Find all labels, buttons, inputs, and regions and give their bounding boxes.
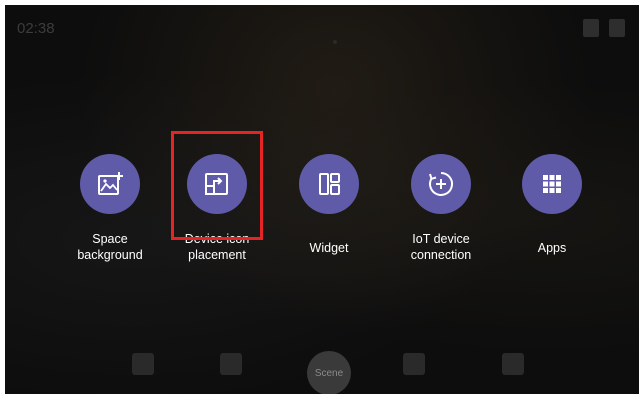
image-add-icon	[98, 172, 123, 195]
dock-phone-icon[interactable]	[132, 353, 154, 375]
apps-label: Apps	[537, 241, 567, 255]
widget-circle[interactable]	[299, 154, 359, 214]
widget-grid-icon	[319, 173, 340, 195]
highlight-box	[171, 131, 263, 240]
apps-button[interactable]: Apps	[497, 154, 607, 256]
iot-device-connection-button[interactable]: IoT device connection	[386, 154, 496, 263]
dock-scene-label: Scene	[314, 367, 344, 379]
wifi-off-icon	[609, 19, 625, 37]
device-screen: 02:38 Space background Device icon place…	[5, 5, 639, 394]
dock-apps-icon[interactable]	[502, 353, 524, 375]
dock-scene-button[interactable]: Scene	[307, 351, 351, 394]
camera-status-icon	[583, 19, 599, 37]
bottom-dock: Scene	[5, 345, 639, 394]
widget-button[interactable]: Widget	[274, 154, 384, 256]
apps-circle[interactable]	[522, 154, 582, 214]
space-background-circle[interactable]	[80, 154, 140, 214]
widget-label: Widget	[309, 241, 349, 255]
status-icons	[583, 19, 625, 37]
apps-grid-icon	[543, 175, 561, 193]
space-background-label: Space background	[77, 232, 143, 262]
space-background-button[interactable]: Space background	[55, 154, 165, 263]
status-time: 02:38	[17, 20, 55, 37]
iot-device-connection-circle[interactable]	[411, 154, 471, 214]
plus-circle-icon	[429, 172, 453, 196]
dock-call-icon[interactable]	[220, 353, 242, 375]
iot-device-connection-label: IoT device connection	[410, 232, 472, 262]
dock-home-icon[interactable]	[403, 353, 425, 375]
camera-dot	[333, 40, 337, 44]
